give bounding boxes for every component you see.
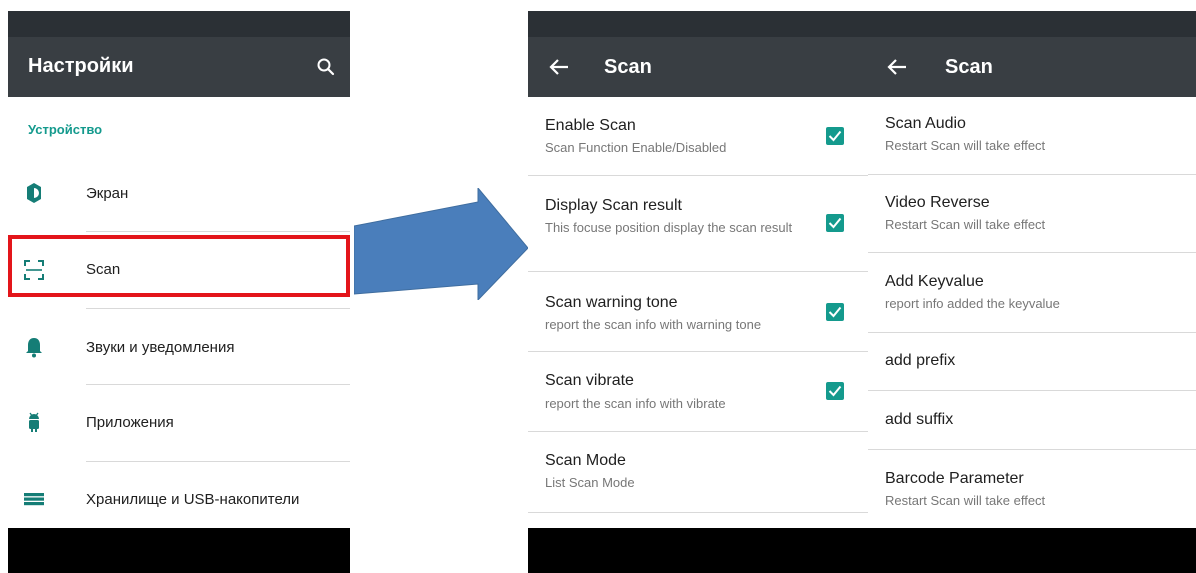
pref-summary: report info added the keyvalue — [885, 296, 1060, 311]
divider — [86, 231, 350, 232]
settings-screen: Настройки Устройство Экран Scan Звуки и … — [8, 11, 350, 573]
pref-title: Scan vibrate — [545, 372, 634, 389]
bell-icon — [26, 338, 42, 358]
pref-scan-audio[interactable]: Scan Audio Restart Scan will take effect — [868, 97, 1196, 175]
status-bar — [8, 11, 350, 37]
pref-scan-mode[interactable]: Scan Mode List Scan Mode — [528, 432, 868, 512]
settings-item-apps[interactable]: Приложения — [8, 388, 350, 458]
pref-summary: Scan Function Enable/Disabled — [545, 140, 727, 155]
scan-toolbar: Scan — [528, 37, 868, 97]
pref-title: Video Reverse — [885, 194, 990, 211]
pref-add-suffix[interactable]: add suffix — [868, 391, 1196, 449]
settings-item-label: Приложения — [86, 414, 174, 431]
android-icon — [29, 412, 39, 432]
pref-enable-scan[interactable]: Enable Scan Scan Function Enable/Disable… — [528, 97, 868, 175]
divider — [86, 461, 350, 462]
divider — [528, 512, 868, 513]
pref-title: Scan Mode — [545, 452, 626, 469]
settings-item-storage[interactable]: Хранилище и USB-накопители — [8, 465, 350, 535]
navigation-bar — [528, 528, 868, 573]
settings-item-label: Звуки и уведомления — [86, 339, 235, 356]
pref-summary: Restart Scan will take effect — [885, 217, 1046, 232]
page-title: Scan — [604, 56, 652, 78]
navigation-bar — [8, 528, 350, 573]
settings-item-display[interactable]: Экран — [8, 159, 350, 229]
pref-video-reverse[interactable]: Video Reverse Restart Scan will take eff… — [868, 175, 1196, 252]
pref-scan-warning-tone[interactable]: Scan warning tone report the scan info w… — [528, 272, 868, 351]
settings-item-label: Хранилище и USB-накопители — [86, 491, 300, 508]
pref-summary: report the scan info with warning tone — [545, 317, 762, 332]
pref-add-prefix[interactable]: add prefix — [868, 333, 1196, 390]
back-arrow-icon[interactable] — [886, 57, 908, 77]
navigation-bar — [868, 528, 1196, 573]
pref-title: add suffix — [885, 411, 954, 428]
section-header-device: Устройство — [28, 122, 103, 137]
pref-summary: This focuse position display the scan re… — [545, 220, 793, 235]
right-arrow-icon — [354, 188, 528, 300]
back-arrow-icon[interactable] — [548, 57, 570, 77]
pref-display-scan-result[interactable]: Display Scan result This focuse position… — [528, 176, 868, 271]
pref-title: add prefix — [885, 352, 956, 369]
pref-summary: Restart Scan will take effect — [885, 493, 1046, 508]
pref-summary: Restart Scan will take effect — [885, 138, 1046, 153]
page-title: Настройки — [28, 55, 134, 77]
pref-title: Add Keyvalue — [885, 273, 984, 290]
highlight-box — [8, 235, 350, 297]
storage-icon — [24, 493, 44, 506]
pref-summary: List Scan Mode — [545, 475, 635, 490]
scan-toolbar: Scan — [868, 37, 1196, 97]
scan-settings-screen-continued: Scan Scan Audio Restart Scan will take e… — [868, 11, 1196, 573]
pref-barcode-parameter[interactable]: Barcode Parameter Restart Scan will take… — [868, 450, 1196, 528]
pref-add-keyvalue[interactable]: Add Keyvalue report info added the keyva… — [868, 253, 1196, 332]
scan-settings-screen: Scan Enable Scan Scan Function Enable/Di… — [528, 11, 868, 573]
pref-title: Enable Scan — [545, 117, 636, 134]
brightness-icon — [27, 183, 41, 203]
scan-warning-tone-checkbox[interactable] — [826, 303, 844, 321]
settings-item-sounds[interactable]: Звуки и уведомления — [8, 313, 350, 383]
display-scan-result-checkbox[interactable] — [826, 214, 844, 232]
settings-item-label: Экран — [86, 185, 129, 202]
divider — [86, 308, 350, 309]
status-bar — [868, 11, 1196, 37]
page-title: Scan — [945, 56, 993, 78]
pref-title: Barcode Parameter — [885, 470, 1024, 487]
pref-title: Scan Audio — [885, 115, 966, 132]
enable-scan-checkbox[interactable] — [826, 127, 844, 145]
pref-summary: report the scan info with vibrate — [545, 396, 726, 411]
pref-scan-vibrate[interactable]: Scan vibrate report the scan info with v… — [528, 352, 868, 431]
pref-title: Scan warning tone — [545, 294, 678, 311]
scan-vibrate-checkbox[interactable] — [826, 382, 844, 400]
divider — [86, 384, 350, 385]
settings-toolbar: Настройки — [8, 37, 350, 97]
status-bar — [528, 11, 868, 37]
search-icon[interactable] — [316, 57, 336, 77]
pref-title: Display Scan result — [545, 197, 682, 214]
